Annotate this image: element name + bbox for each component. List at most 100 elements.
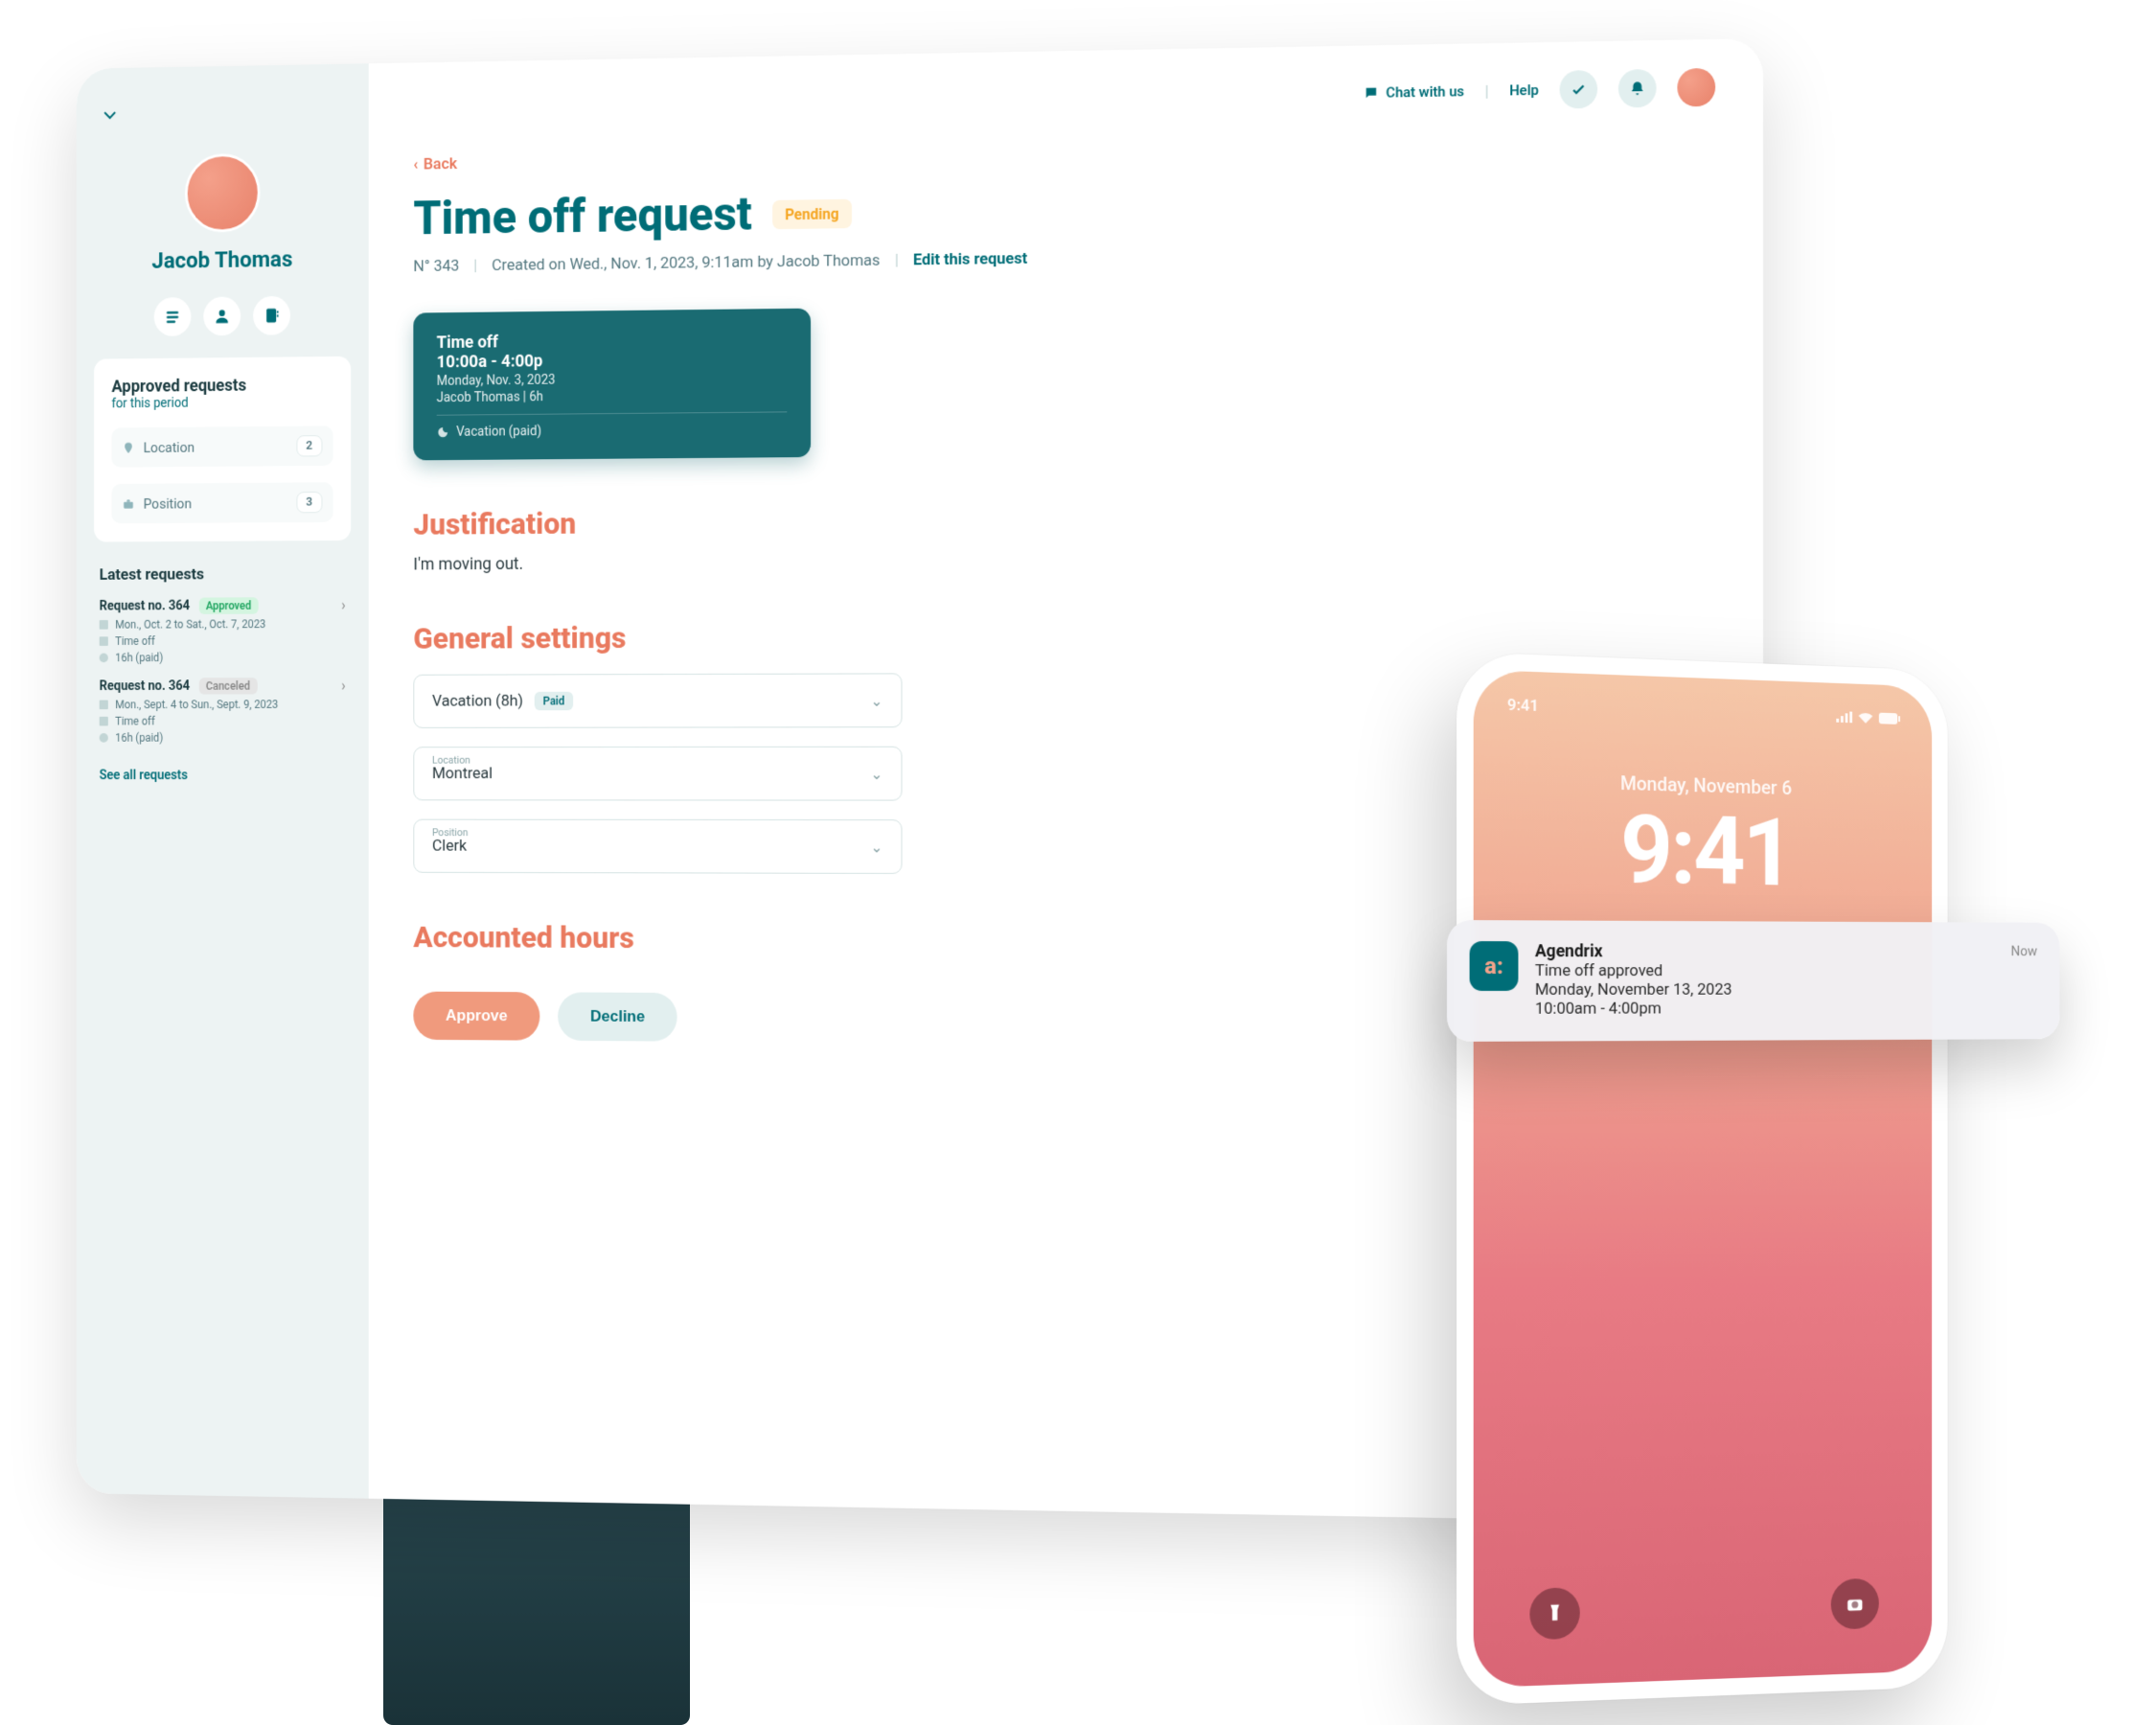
chevron-right-icon: › bbox=[341, 596, 345, 613]
request-dates: Mon., Sept. 4 to Sun., Sept. 9, 2023 bbox=[115, 698, 278, 711]
request-number-text: N° 343 bbox=[413, 257, 459, 276]
request-type: Time off bbox=[115, 715, 155, 728]
battery-icon bbox=[1879, 713, 1900, 724]
profile-block: Jacob Thomas bbox=[94, 151, 351, 336]
list-icon bbox=[164, 308, 181, 326]
bell-icon bbox=[1629, 80, 1646, 97]
position-label: Position bbox=[432, 826, 469, 839]
general-settings-heading: General settings bbox=[413, 615, 1715, 656]
notif-date: Monday, November 13, 2023 bbox=[1535, 980, 1995, 1000]
type-value: Vacation (8h) bbox=[432, 692, 523, 711]
chat-link[interactable]: Chat with us bbox=[1364, 82, 1464, 102]
edit-request-link[interactable]: Edit this request bbox=[913, 249, 1027, 269]
request-type: Time off bbox=[115, 634, 155, 648]
camera-button[interactable] bbox=[1831, 1578, 1879, 1630]
list-item[interactable]: Request no. 364 Canceled › Mon., Sept. 4… bbox=[94, 677, 351, 745]
chevron-left-icon: ‹ bbox=[413, 155, 418, 173]
status-time: 9:41 bbox=[1507, 696, 1539, 716]
profile-action-person[interactable] bbox=[203, 296, 241, 335]
notifications-button[interactable] bbox=[1618, 69, 1657, 108]
position-select[interactable]: Position Clerk ⌄ bbox=[413, 819, 902, 874]
approved-subtitle: for this period bbox=[112, 395, 333, 412]
page-title: Time off request Pending bbox=[413, 173, 1715, 246]
see-all-link[interactable]: See all requests bbox=[94, 769, 193, 783]
notif-when: Now bbox=[2011, 943, 2038, 1018]
org-dropdown[interactable] bbox=[94, 92, 351, 138]
chevron-down-icon: ⌄ bbox=[871, 765, 883, 783]
chevron-right-icon: › bbox=[341, 677, 345, 694]
location-value: Montreal bbox=[432, 765, 493, 783]
filter-location[interactable]: Location 2 bbox=[112, 426, 333, 467]
approve-button[interactable]: Approve bbox=[413, 992, 539, 1041]
request-hours: 16h (paid) bbox=[115, 651, 163, 664]
camera-icon bbox=[1846, 1594, 1865, 1615]
justification-heading: Justification bbox=[413, 497, 1715, 541]
avatar[interactable] bbox=[184, 153, 260, 233]
back-link[interactable]: ‹ Back bbox=[413, 154, 457, 173]
filter-position[interactable]: Position 3 bbox=[112, 482, 333, 523]
person-icon bbox=[213, 307, 230, 325]
flashlight-button[interactable] bbox=[1529, 1587, 1579, 1640]
card-time: 10:00a - 4:00p bbox=[437, 349, 788, 372]
clock-icon bbox=[100, 733, 108, 743]
chat-icon bbox=[1364, 85, 1379, 101]
help-label: Help bbox=[1509, 81, 1539, 99]
phone-mockup: 9:41 Monday, November 6 9:41 bbox=[1456, 652, 1948, 1706]
justification-text: I'm moving out. bbox=[413, 547, 1715, 574]
back-label: Back bbox=[424, 154, 457, 173]
pin-icon bbox=[123, 441, 135, 454]
timeoff-summary-card: Time off 10:00a - 4:00p Monday, Nov. 3, … bbox=[413, 309, 811, 461]
paid-tag: Paid bbox=[534, 692, 573, 710]
location-select[interactable]: Location Montreal ⌄ bbox=[413, 747, 902, 801]
pending-badge: Pending bbox=[772, 198, 852, 228]
signal-icon bbox=[1836, 711, 1852, 723]
card-type: Vacation (paid) bbox=[456, 424, 541, 439]
flashlight-icon bbox=[1545, 1602, 1565, 1624]
list-item[interactable]: Request no. 364 Approved › Mon., Oct. 2 … bbox=[94, 596, 351, 664]
app-icon: a: bbox=[1470, 941, 1519, 991]
chat-label: Chat with us bbox=[1386, 82, 1464, 101]
decline-button[interactable]: Decline bbox=[558, 992, 677, 1041]
chevron-down-icon bbox=[103, 107, 117, 123]
phone-statusbar: 9:41 bbox=[1474, 670, 1932, 729]
calendar-icon bbox=[100, 620, 108, 630]
request-meta: N° 343 | Created on Wed., Nov. 1, 2023, … bbox=[413, 241, 1715, 276]
request-number: Request no. 364 bbox=[100, 598, 190, 613]
card-date: Monday, Nov. 3, 2023 bbox=[437, 370, 788, 388]
filter-location-label: Location bbox=[144, 439, 195, 456]
approved-requests-card: Approved requests for this period Locati… bbox=[94, 356, 351, 542]
approved-title: Approved requests bbox=[112, 375, 333, 397]
notif-app-name: Agendrix bbox=[1535, 941, 1995, 962]
type-select[interactable]: Vacation (8h) Paid ⌄ bbox=[413, 673, 902, 727]
tag-icon bbox=[100, 636, 108, 646]
help-link[interactable]: Help bbox=[1509, 81, 1539, 99]
topbar: Chat with us | Help bbox=[413, 68, 1715, 127]
card-who: Jacob Thomas | 6h bbox=[437, 387, 788, 405]
briefcase-icon bbox=[123, 497, 135, 511]
profile-action-contacts[interactable] bbox=[253, 296, 290, 335]
chevron-down-icon: ⌄ bbox=[871, 692, 883, 710]
address-book-icon bbox=[263, 307, 281, 325]
request-hours: 16h (paid) bbox=[115, 731, 163, 745]
latest-requests-title: Latest requests bbox=[94, 564, 351, 585]
calendar-icon bbox=[100, 701, 108, 710]
check-icon bbox=[1570, 80, 1587, 98]
clock-icon bbox=[100, 654, 108, 663]
profile-name: Jacob Thomas bbox=[151, 246, 292, 274]
status-badge: Canceled bbox=[198, 678, 257, 694]
chevron-down-icon: ⌄ bbox=[871, 838, 883, 856]
filter-location-count: 2 bbox=[296, 435, 322, 456]
position-value: Clerk bbox=[432, 837, 467, 855]
request-number: Request no. 364 bbox=[100, 678, 190, 694]
sidebar: Jacob Thomas Approved requests for this … bbox=[77, 63, 369, 1498]
top-avatar[interactable] bbox=[1677, 68, 1715, 107]
push-notification[interactable]: a: Agendrix Time off approved Monday, No… bbox=[1447, 920, 2059, 1042]
wifi-icon bbox=[1859, 712, 1873, 724]
lock-time: 9:41 bbox=[1474, 791, 1932, 912]
tag-icon bbox=[100, 717, 108, 726]
status-badge: Approved bbox=[198, 597, 258, 614]
profile-action-schedule[interactable] bbox=[154, 297, 192, 336]
notif-title: Time off approved bbox=[1535, 961, 1995, 980]
check-button[interactable] bbox=[1560, 70, 1598, 108]
location-label: Location bbox=[432, 753, 470, 766]
